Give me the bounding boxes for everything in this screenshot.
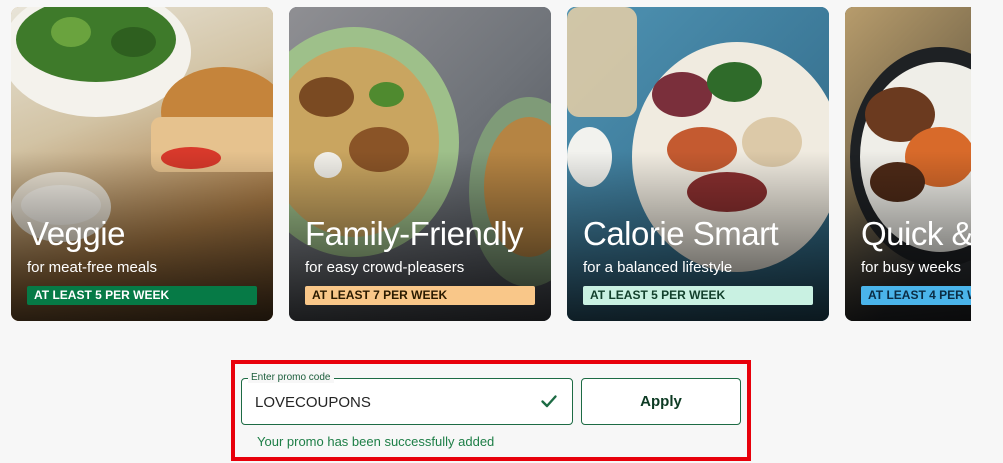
- plan-card-subtitle: for meat-free meals: [27, 259, 158, 276]
- plan-card-title: Calorie Smart: [583, 215, 779, 252]
- check-icon: [541, 395, 557, 408]
- plan-card-quick-easy[interactable]: Quick & Easy for busy weeks AT LEAST 4 P…: [845, 7, 971, 321]
- apply-button[interactable]: Apply: [581, 378, 741, 425]
- plan-card-subtitle: for busy weeks: [861, 259, 962, 276]
- plan-card-title: Quick & Easy: [861, 215, 971, 252]
- meal-plan-carousel: Veggie for meat-free meals AT LEAST 5 PE…: [0, 0, 971, 330]
- plan-card-badge: AT LEAST 5 PER WEEK: [583, 286, 813, 305]
- plan-card-badge: AT LEAST 4 PER WEEK: [861, 286, 971, 305]
- promo-success-message: Your promo has been successfully added: [257, 434, 495, 449]
- plan-card-title: Family-Friendly: [305, 215, 524, 252]
- promo-code-input[interactable]: LOVECOUPONS: [241, 378, 573, 425]
- promo-code-label: Enter promo code: [248, 372, 334, 383]
- plan-card-subtitle: for easy crowd-pleasers: [305, 259, 465, 276]
- plan-card-subtitle: for a balanced lifestyle: [583, 259, 733, 276]
- plan-card-badge: AT LEAST 7 PER WEEK: [305, 286, 535, 305]
- plan-card-veggie[interactable]: Veggie for meat-free meals AT LEAST 5 PE…: [11, 7, 273, 321]
- plan-card-badge: AT LEAST 5 PER WEEK: [27, 286, 257, 305]
- plan-card-calorie-smart[interactable]: Calorie Smart for a balanced lifestyle A…: [567, 7, 829, 321]
- plan-card-family-friendly[interactable]: Family-Friendly for easy crowd-pleasers …: [289, 7, 551, 321]
- promo-code-value: LOVECOUPONS: [255, 394, 371, 411]
- plan-card-title: Veggie: [27, 215, 125, 252]
